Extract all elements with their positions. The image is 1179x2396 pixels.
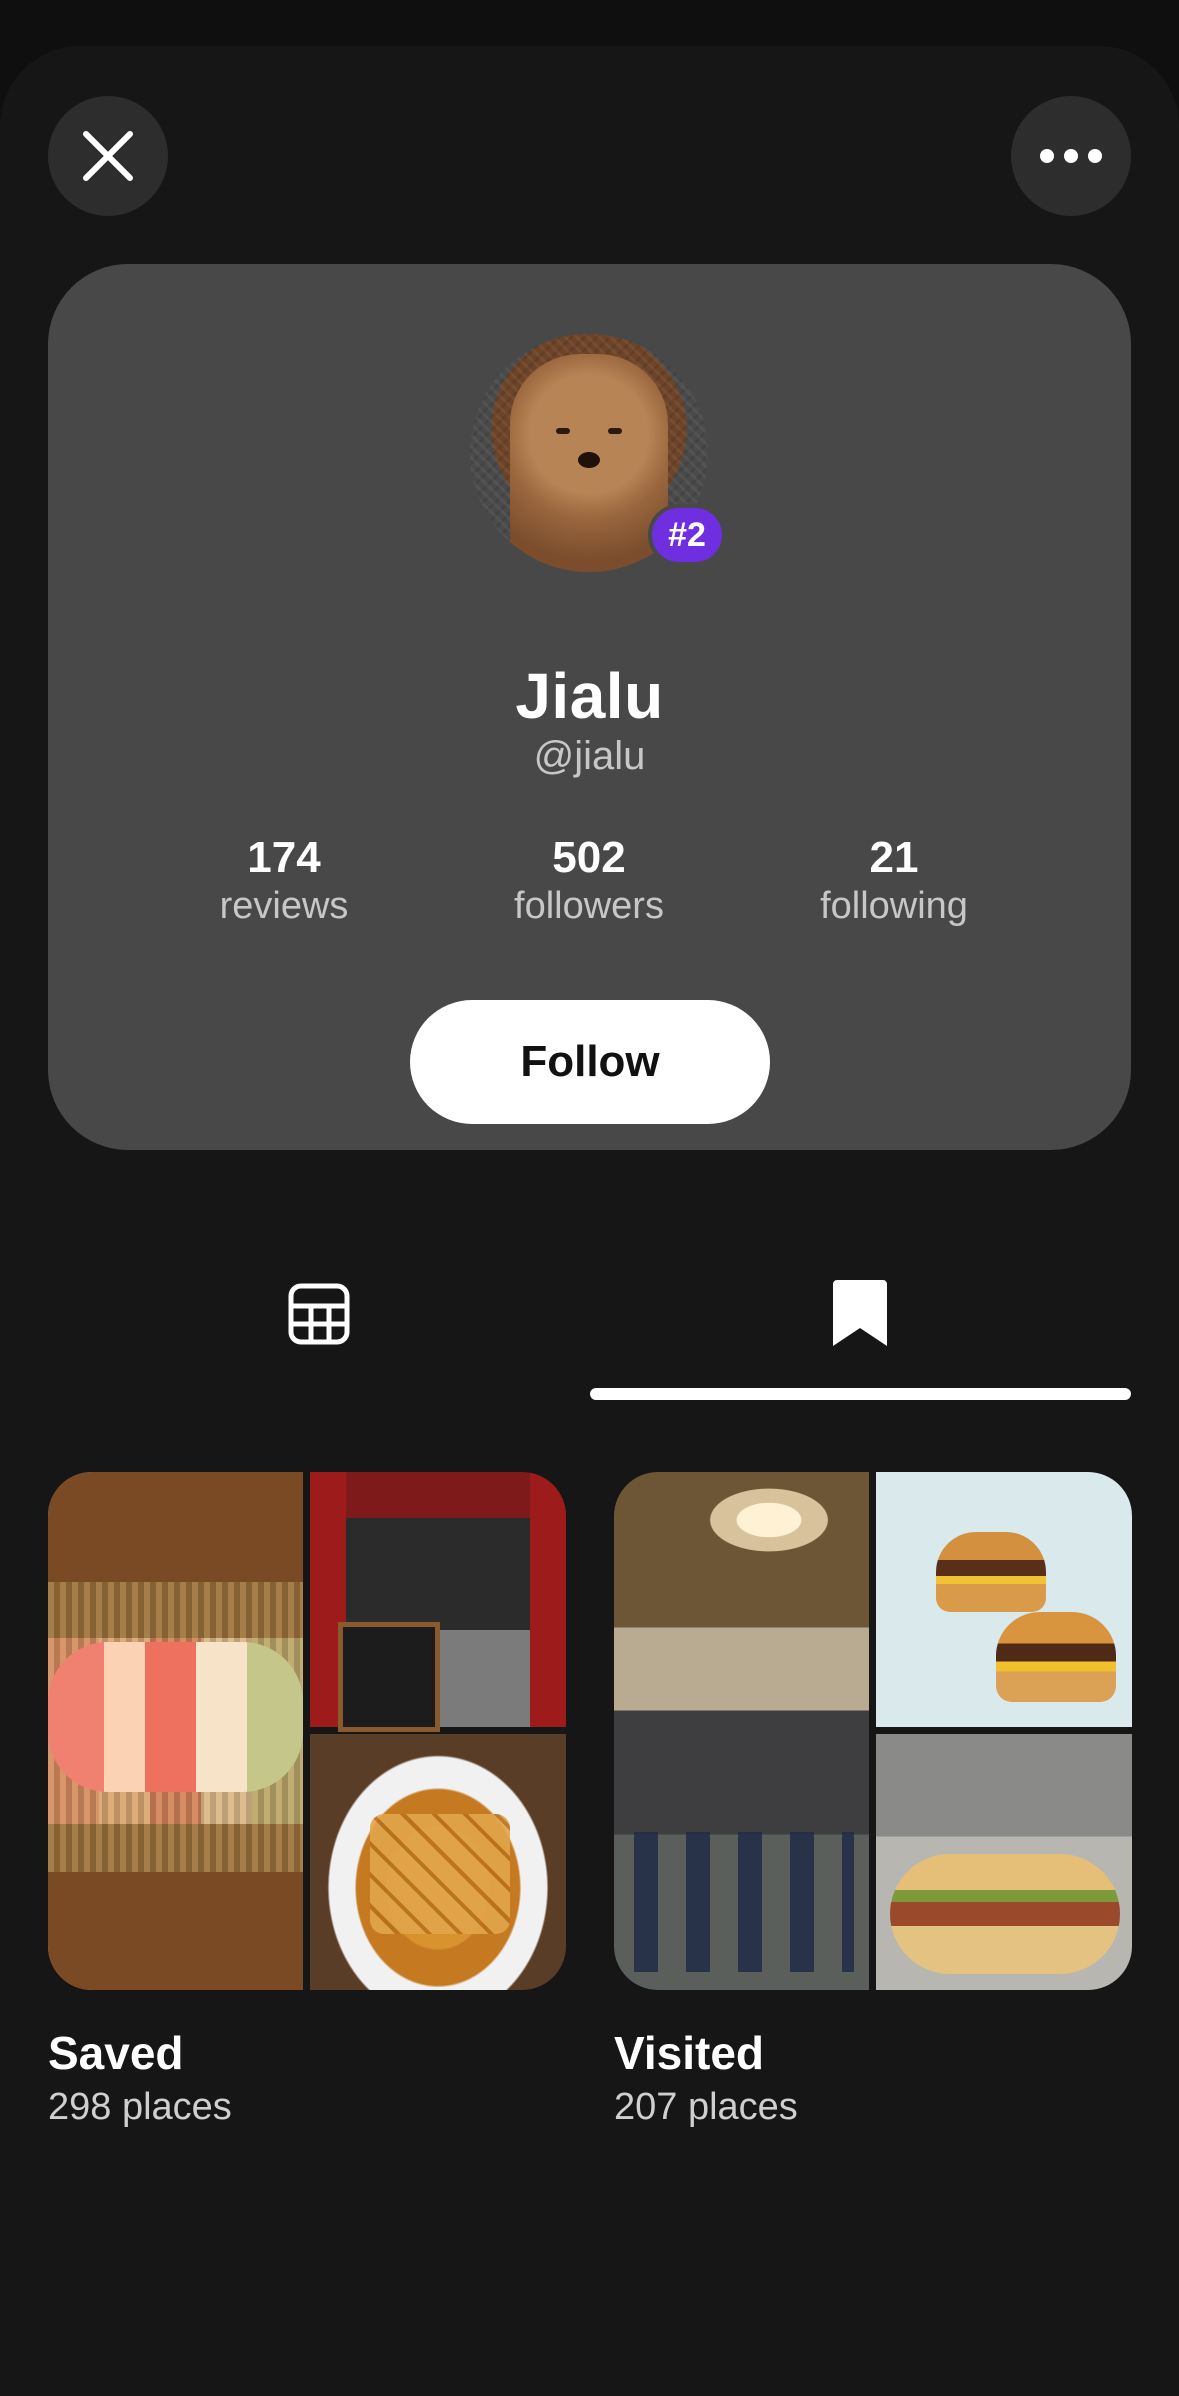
stat-label: reviews — [219, 885, 349, 928]
close-icon — [83, 131, 133, 181]
collection-visited[interactable]: Visited 207 places — [614, 1472, 1132, 2129]
profile-name: Jialu — [515, 660, 664, 732]
stat-value: 174 — [247, 833, 321, 882]
collection-saved[interactable]: Saved 298 places — [48, 1472, 566, 2129]
follow-button[interactable]: Follow — [410, 1000, 770, 1124]
rank-badge: #2 — [648, 504, 726, 566]
grid-icon — [288, 1283, 350, 1345]
profile-sheet: #2 Jialu @jialu 174 reviews 502 follower… — [0, 46, 1179, 2396]
tab-reviews-grid[interactable] — [48, 1264, 590, 1400]
collection-count: 207 places — [614, 2086, 798, 2128]
stat-label: followers — [514, 885, 664, 928]
dog-face — [510, 354, 668, 572]
photo-tofu-dish — [310, 1734, 566, 1990]
photo-restaurant-interior — [614, 1472, 869, 1990]
bookmark-icon — [833, 1280, 887, 1346]
dog-eye-right — [608, 428, 622, 434]
tab-collections[interactable] — [589, 1264, 1131, 1400]
photo-sandwich — [876, 1734, 1132, 1990]
more-options-button[interactable] — [1011, 96, 1131, 216]
stat-following[interactable]: 21 following — [764, 833, 1024, 932]
collection-title: Visited — [614, 2027, 764, 2079]
stat-reviews[interactable]: 174 reviews — [154, 833, 414, 932]
dog-nose — [578, 452, 600, 468]
more-horizontal-icon — [1040, 149, 1102, 163]
collection-count: 298 places — [48, 2086, 232, 2128]
photo-burgers — [876, 1472, 1132, 1727]
stat-label: following — [820, 885, 968, 928]
profile-handle: @jialu — [533, 734, 646, 778]
stat-followers[interactable]: 502 followers — [459, 833, 719, 932]
active-tab-indicator — [590, 1388, 1131, 1400]
collection-mosaic — [48, 1472, 566, 1990]
photo-storefront — [310, 1472, 566, 1732]
profile-card: #2 Jialu @jialu 174 reviews 502 follower… — [48, 264, 1131, 1150]
stat-value: 21 — [869, 833, 919, 882]
stat-value: 502 — [552, 833, 626, 882]
close-button[interactable] — [48, 96, 168, 216]
photo-sushi — [48, 1472, 303, 1990]
collection-mosaic — [614, 1472, 1132, 1990]
avatar-container: #2 — [470, 334, 726, 572]
dog-eye-left — [556, 428, 570, 434]
collection-title: Saved — [48, 2027, 184, 2079]
